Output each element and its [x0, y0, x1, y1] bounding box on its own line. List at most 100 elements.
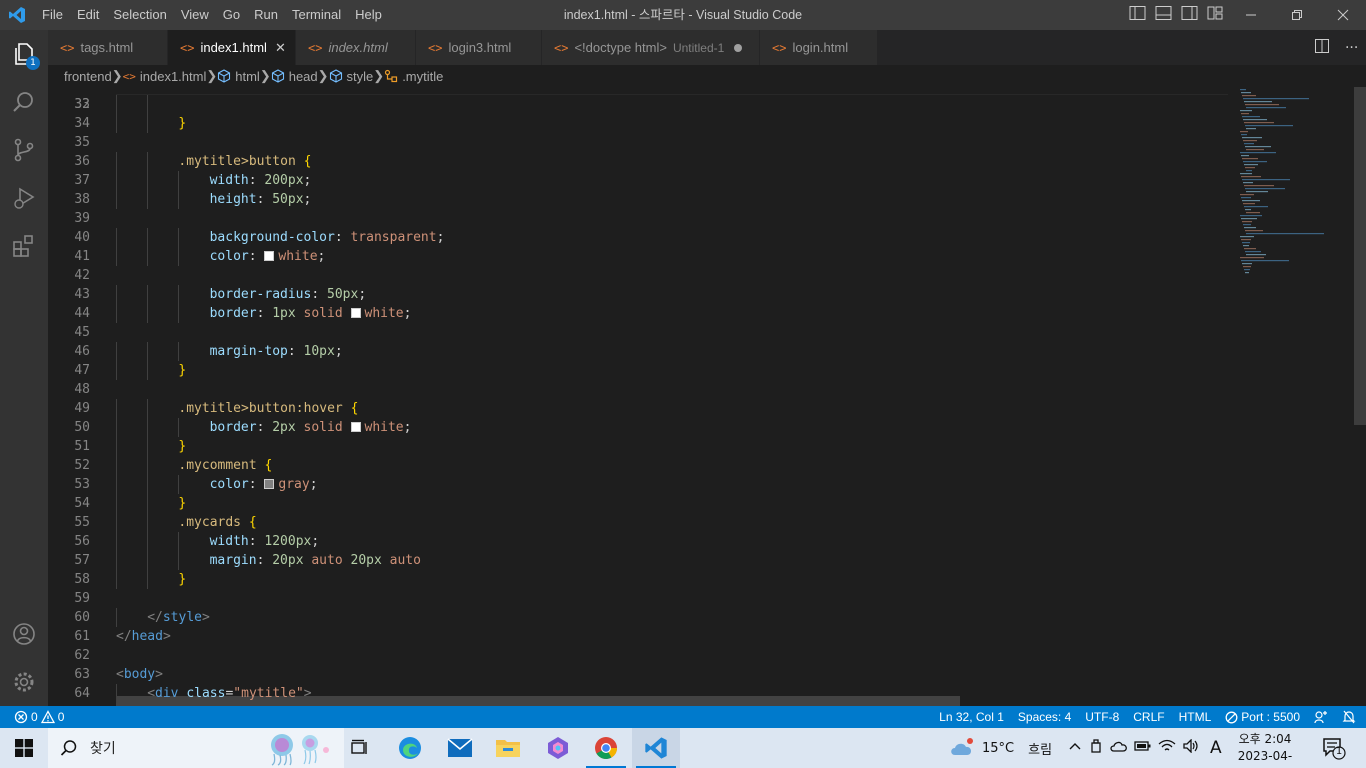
- wifi-icon[interactable]: [1158, 739, 1176, 757]
- tab-5[interactable]: <> login.html: [760, 30, 878, 65]
- menu-selection[interactable]: Selection: [106, 0, 173, 30]
- tab-2[interactable]: <> index.html: [296, 30, 416, 65]
- indent-guide: [116, 532, 117, 551]
- file-explorer-icon[interactable]: [484, 728, 532, 768]
- source-control-icon[interactable]: [0, 126, 48, 174]
- start-button[interactable]: [0, 728, 48, 768]
- line-number: 46: [74, 344, 90, 359]
- menu-edit[interactable]: Edit: [70, 0, 106, 30]
- language-mode[interactable]: HTML: [1172, 706, 1219, 728]
- close-tab-icon[interactable]: ✕: [275, 40, 286, 56]
- code-line: 61 </head>: [48, 627, 1228, 646]
- live-server-port[interactable]: Port : 5500: [1218, 706, 1307, 728]
- split-editor-icon[interactable]: [1314, 38, 1330, 58]
- breadcrumb-item[interactable]: .mytitle: [384, 69, 443, 84]
- breadcrumb-item[interactable]: head: [271, 69, 318, 84]
- notification-count: 1: [1335, 746, 1343, 757]
- minimize-button[interactable]: [1228, 0, 1274, 30]
- code-token: <: [147, 686, 156, 701]
- warning-icon: [40, 710, 55, 724]
- restore-button[interactable]: [1274, 0, 1320, 30]
- menu-terminal[interactable]: Terminal: [285, 0, 348, 30]
- code-token: .mycards: [178, 515, 249, 530]
- action-center-icon[interactable]: 1: [1322, 736, 1346, 760]
- taskbar-clock[interactable]: 오후 2:04 2023-04-24: [1234, 731, 1296, 768]
- tab-3[interactable]: <> login3.html: [416, 30, 542, 65]
- customize-layout-icon[interactable]: [1206, 5, 1226, 25]
- code-token: :: [256, 306, 273, 321]
- toggle-panel-icon[interactable]: [1154, 5, 1174, 25]
- color-swatch[interactable]: [350, 308, 361, 318]
- vscode-taskbar-icon[interactable]: [632, 728, 680, 768]
- code-line: 48: [48, 380, 1228, 399]
- toggle-primary-sidebar-icon[interactable]: [1128, 5, 1148, 25]
- taskbar-search-box[interactable]: 찾기: [48, 728, 344, 768]
- end-of-line[interactable]: CRLF: [1126, 706, 1171, 728]
- line-number: 45: [74, 325, 90, 340]
- minimap-line: [1244, 185, 1274, 187]
- menu-file[interactable]: File: [34, 0, 70, 30]
- search-icon[interactable]: [0, 78, 48, 126]
- color-swatch[interactable]: [350, 422, 361, 432]
- battery-icon[interactable]: [1134, 739, 1152, 757]
- feedback-icon[interactable]: [1307, 706, 1335, 728]
- usb-device-icon[interactable]: [1088, 738, 1104, 758]
- html-file-icon: <>: [308, 40, 323, 55]
- code-token: color: [209, 477, 249, 492]
- problems-indicator[interactable]: 0 0: [14, 706, 71, 728]
- code-line: 52 .mycomment {: [48, 456, 1228, 475]
- volume-icon[interactable]: [1182, 738, 1200, 757]
- code-line: 44 border: 1px solid white;: [48, 304, 1228, 323]
- code-token: height: [209, 192, 257, 207]
- code-text: }: [178, 114, 186, 133]
- minimap-line: [1246, 128, 1256, 130]
- weather-widget[interactable]: 15°C 흐림: [948, 728, 1052, 768]
- menu-run[interactable]: Run: [247, 0, 285, 30]
- unsaved-dot-icon[interactable]: [734, 43, 743, 52]
- code-token: 10px: [303, 344, 335, 359]
- indent-guide: [116, 247, 117, 266]
- code-text: <body>: [116, 665, 163, 684]
- breadcrumb-item[interactable]: style: [329, 69, 373, 84]
- notifications-bell-icon[interactable]: [1335, 706, 1366, 728]
- code-token: 20px: [272, 553, 304, 568]
- breadcrumb-item[interactable]: frontend: [64, 69, 112, 84]
- breadcrumb-item[interactable]: html: [217, 69, 260, 84]
- settings-gear-icon[interactable]: 1: [0, 658, 48, 706]
- tab-0[interactable]: <> tags.html: [48, 30, 168, 65]
- ime-indicator[interactable]: A: [1210, 738, 1222, 758]
- minimap[interactable]: [1228, 87, 1352, 706]
- menu-view[interactable]: View: [174, 0, 216, 30]
- color-swatch[interactable]: [264, 251, 275, 261]
- extensions-icon[interactable]: [0, 222, 48, 270]
- toggle-secondary-sidebar-icon[interactable]: [1180, 5, 1200, 25]
- vertical-scrollbar-thumb[interactable]: [1354, 87, 1366, 425]
- mail-app-icon[interactable]: [436, 728, 484, 768]
- copilot-app-icon[interactable]: [534, 728, 582, 768]
- encoding[interactable]: UTF-8: [1078, 706, 1126, 728]
- run-debug-icon[interactable]: [0, 174, 48, 222]
- line-number: 40: [74, 230, 90, 245]
- menu-go[interactable]: Go: [216, 0, 247, 30]
- breadcrumb-item[interactable]: <> index1.html: [123, 69, 207, 84]
- cursor-position[interactable]: Ln 32, Col 1: [932, 706, 1011, 728]
- tab-1[interactable]: <> index1.html ✕: [168, 30, 296, 65]
- task-view-icon[interactable]: [336, 728, 384, 768]
- code-line: 58}: [48, 570, 1228, 589]
- code-editor[interactable]: 32 33 34} 35 36 .mytitle>button {37 width: 20…: [48, 87, 1228, 706]
- code-text: border: 1px solid white;: [210, 304, 412, 323]
- minimap-line: [1241, 113, 1249, 115]
- onedrive-cloud-icon[interactable]: [1110, 739, 1128, 757]
- indentation[interactable]: Spaces: 4: [1011, 706, 1078, 728]
- edge-browser-icon[interactable]: [386, 728, 434, 768]
- accounts-icon[interactable]: [0, 610, 48, 658]
- show-hidden-icons-chevron-icon[interactable]: [1068, 740, 1082, 756]
- explorer-icon[interactable]: 1: [0, 30, 48, 78]
- color-swatch[interactable]: [264, 479, 275, 489]
- chrome-browser-icon[interactable]: [582, 728, 630, 768]
- tab-4[interactable]: <> <!doctype html> Untitled-1: [542, 30, 760, 65]
- close-window-button[interactable]: [1320, 0, 1366, 30]
- more-actions-icon[interactable]: ···: [1345, 40, 1358, 56]
- cloud-weather-icon: [951, 738, 973, 755]
- menu-help[interactable]: Help: [348, 0, 389, 30]
